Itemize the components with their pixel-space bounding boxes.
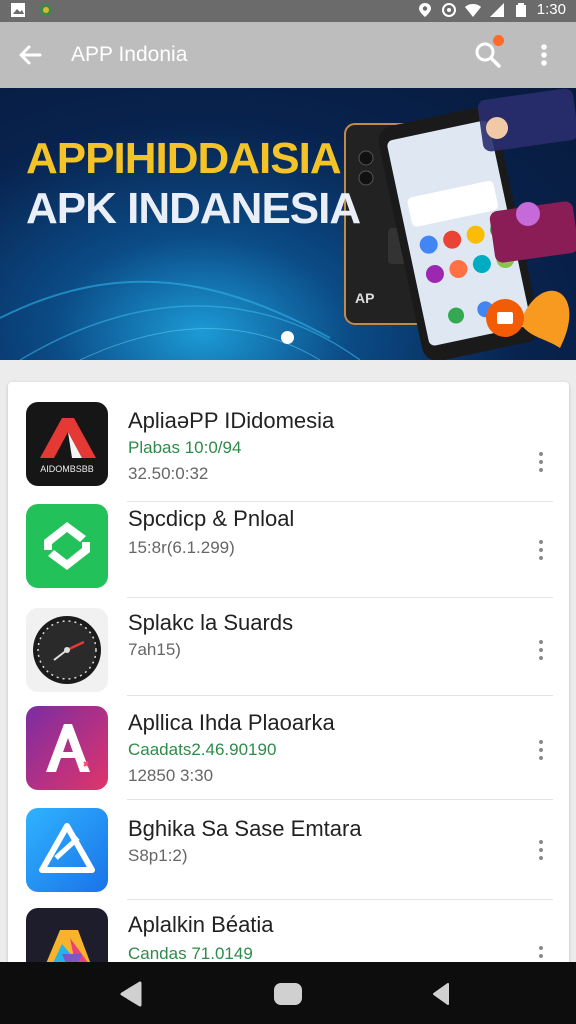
location-icon xyxy=(418,2,431,17)
more-vert-icon[interactable] xyxy=(530,39,558,71)
app-bar: APP Indonia xyxy=(0,22,576,88)
status-time: 1:30 xyxy=(536,1,566,18)
divider xyxy=(127,597,553,598)
svg-text:AIDOMBSBB: AIDOMBSBB xyxy=(40,464,94,474)
app-meta: Caadats2.46.90190 xyxy=(128,740,277,759)
notification-badge xyxy=(493,35,504,46)
signal-icon xyxy=(489,2,504,17)
divider xyxy=(127,799,553,800)
green-sync-icon xyxy=(26,504,108,588)
app-meta: Candas 71.0149 xyxy=(128,944,253,963)
svg-text:AP: AP xyxy=(355,290,374,306)
image-icon xyxy=(11,3,25,17)
app-meta: 15:8r(6.1.299) xyxy=(128,538,235,557)
list-item[interactable]: AIDOMBSBB ApliaəPP IDidomesia Plabas 10:… xyxy=(8,394,569,502)
banner-headline-1: APPIHIDDAISIA xyxy=(26,134,342,183)
app-name: Bghika Sa Sase Emtara xyxy=(128,816,362,841)
app-meta: S8p1:2) xyxy=(128,846,188,865)
data-saver-icon xyxy=(441,2,456,17)
app-name: Apllica Ihda Plaoarka xyxy=(128,710,335,735)
more-vert-icon[interactable] xyxy=(534,538,548,562)
page-title: APP Indonia xyxy=(71,43,188,66)
app-meta-secondary: 32.50:0:32 xyxy=(128,464,209,483)
wifi-icon xyxy=(464,3,481,17)
app-name: Spcdicp & Pnloal xyxy=(128,506,295,531)
back-triangle-icon[interactable] xyxy=(118,980,146,1008)
back-arrow-icon[interactable] xyxy=(14,39,46,71)
blue-triangle-icon xyxy=(26,808,108,892)
divider xyxy=(127,695,553,696)
recents-icon[interactable] xyxy=(428,980,456,1008)
pink-a-icon xyxy=(26,706,108,790)
app-list: AIDOMBSBB ApliaəPP IDidomesia Plabas 10:… xyxy=(8,382,569,982)
app-name: Splakc la Suards xyxy=(128,610,294,635)
more-vert-icon[interactable] xyxy=(534,838,548,862)
list-item[interactable]: Splakc la Suards 7ah15) xyxy=(8,606,569,706)
home-icon[interactable] xyxy=(272,980,304,1008)
carousel-indicator[interactable] xyxy=(281,331,294,344)
more-vert-icon[interactable] xyxy=(534,638,548,662)
clock-icon xyxy=(26,608,108,692)
app-meta-secondary: 12850 3:30 xyxy=(128,766,214,785)
status-bar: 1:30 xyxy=(0,0,576,22)
app-notification-icon xyxy=(40,4,52,16)
list-item[interactable]: Spcdicp & Pnloal 15:8r(6.1.299) xyxy=(8,502,569,602)
more-vert-icon[interactable] xyxy=(534,450,548,474)
app-name: ApliaəPP IDidomesia xyxy=(128,408,335,433)
app-meta: Plabas 10:0/94 xyxy=(128,438,242,457)
battery-icon xyxy=(515,2,526,17)
more-vert-icon[interactable] xyxy=(534,738,548,762)
divider xyxy=(127,899,553,900)
red-a-logo-icon: AIDOMBSBB xyxy=(26,402,108,486)
system-nav-bar xyxy=(0,962,576,1024)
app-meta: 7ah15) xyxy=(128,640,181,659)
banner-headline-2: APK INDANESIA xyxy=(26,184,361,233)
promo-banner[interactable]: AP APPIHIDDAISIA APK INDANESIA xyxy=(0,88,576,360)
list-item[interactable]: Bghika Sa Sase Emtara S8p1:2) xyxy=(8,806,569,906)
list-item[interactable]: Apllica Ihda Plaoarka Caadats2.46.90190 … xyxy=(8,704,569,804)
app-name: Aplalkin Béatia xyxy=(128,912,274,937)
